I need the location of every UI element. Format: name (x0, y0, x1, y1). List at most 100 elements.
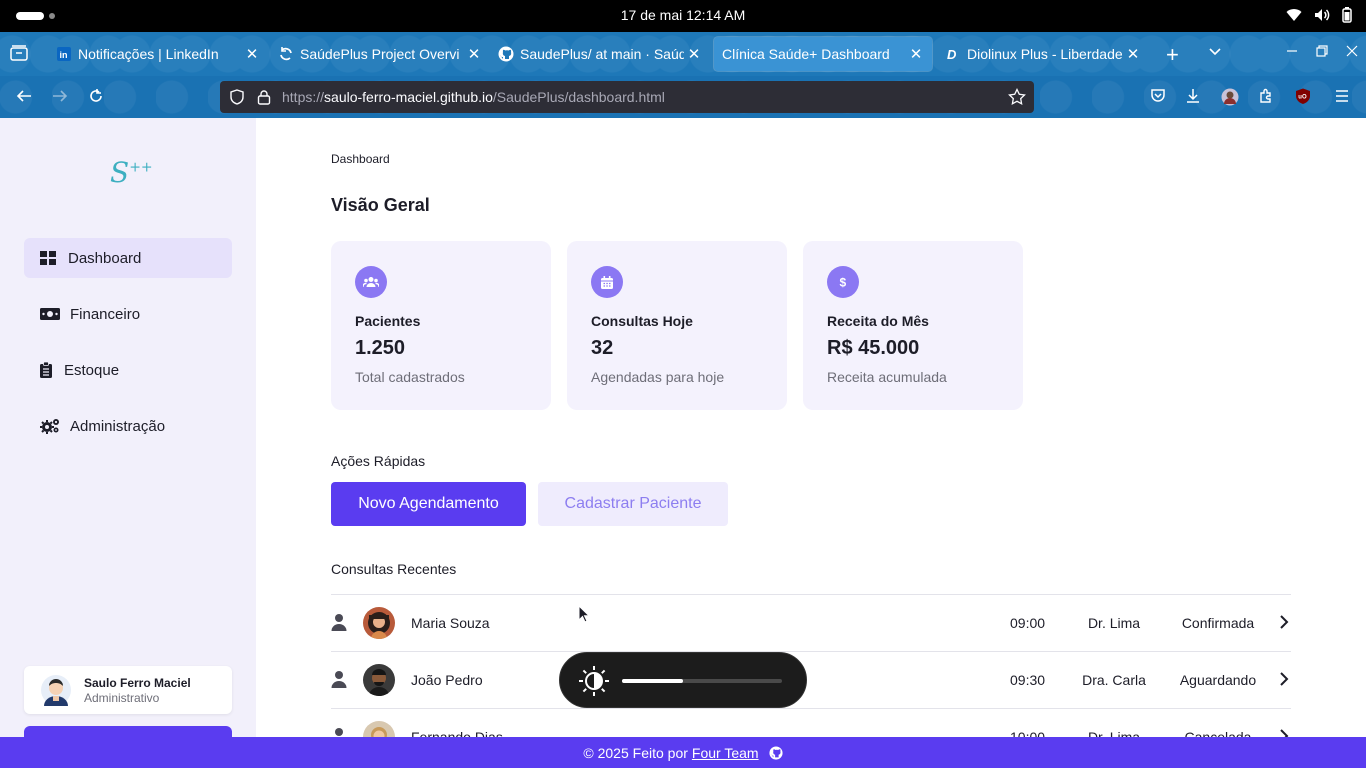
brightness-slider[interactable] (622, 679, 782, 683)
bookmark-star-icon[interactable] (1008, 88, 1026, 106)
sidebar-item-label: Financeiro (70, 305, 141, 323)
system-clock[interactable]: 17 de mai 12:14 AM (0, 7, 1366, 23)
hamburger-menu-icon[interactable] (1334, 88, 1350, 104)
chevron-right-icon[interactable] (1279, 615, 1289, 629)
close-window-icon[interactable] (1346, 45, 1358, 57)
appointment-doctor: Dra. Carla (1082, 672, 1146, 688)
gears-icon (40, 418, 60, 434)
browser-tab-project-overview[interactable]: SaúdePlus Project Overvi ✕ (268, 37, 490, 71)
stat-label: Consultas Hoje (591, 313, 693, 329)
tab-title: Notificações | LinkedIn (78, 46, 219, 62)
sidebar: S++ Dashboard Financeiro Estoque Adminis… (0, 118, 256, 740)
stat-label: Receita do Mês (827, 313, 929, 329)
stat-label: Pacientes (355, 313, 421, 329)
mouse-cursor-icon (578, 605, 590, 623)
browser-tab-github[interactable]: SaudePlus/ at main · Saúd ✕ (488, 37, 710, 71)
clipboard-icon (40, 362, 52, 378)
minimize-icon[interactable] (1286, 45, 1298, 57)
browser-tab-diolinux[interactable]: D Diolinux Plus - Liberdade ✕ (935, 37, 1149, 71)
stat-caption: Receita acumulada (827, 369, 947, 385)
window-controls (1286, 45, 1358, 57)
person-icon (331, 671, 347, 688)
account-avatar-icon[interactable] (1221, 88, 1239, 106)
pocket-icon[interactable] (1150, 88, 1166, 104)
browser-tab-strip: in Notificações | LinkedIn ✕ SaúdePlus P… (0, 32, 1366, 76)
ublock-icon[interactable]: uO (1295, 88, 1311, 104)
sidebar-item-label: Administração (70, 417, 166, 435)
appointment-status: Aguardando (1179, 672, 1257, 688)
lock-icon[interactable] (257, 89, 271, 105)
stat-value: 32 (591, 337, 614, 359)
patient-photo (363, 664, 395, 696)
stat-card-pacientes: Pacientes 1.250 Total cadastrados (331, 241, 551, 410)
firefox-view-icon[interactable] (10, 45, 28, 61)
chevron-right-icon[interactable] (1279, 672, 1289, 686)
close-tab-icon[interactable]: ✕ (464, 45, 484, 63)
forward-arrow-icon[interactable] (52, 88, 68, 104)
system-tray[interactable] (1286, 7, 1352, 23)
battery-icon (1342, 7, 1352, 23)
tab-title: Clínica Saúde+ Dashboard (722, 46, 890, 62)
sidebar-item-estoque[interactable]: Estoque (24, 350, 232, 390)
stat-card-receita: $ Receita do Mês R$ 45.000 Receita acumu… (803, 241, 1023, 410)
quick-actions-title: Ações Rápidas (331, 453, 426, 469)
footer: © 2025 Feito por Four Team (0, 737, 1366, 768)
svg-text:D: D (947, 47, 957, 61)
patient-photo (363, 607, 395, 639)
url-bar[interactable]: https://saulo-ferro-maciel.github.io/Sau… (220, 81, 1034, 113)
close-tab-icon[interactable]: ✕ (1123, 45, 1143, 63)
app-logo[interactable]: S++ (110, 156, 153, 189)
register-patient-button[interactable]: Cadastrar Paciente (538, 482, 728, 526)
linkedin-icon: in (56, 46, 72, 62)
patient-name: João Pedro (411, 672, 483, 688)
sidebar-item-administracao[interactable]: Administração (24, 406, 232, 446)
sync-icon (278, 46, 294, 62)
extensions-icon[interactable] (1258, 88, 1274, 104)
downloads-icon[interactable] (1185, 88, 1201, 104)
stat-value: 1.250 (355, 337, 406, 359)
restore-icon[interactable] (1316, 45, 1328, 57)
money-icon (40, 306, 60, 322)
browser-tab-linkedin[interactable]: in Notificações | LinkedIn ✕ (46, 37, 268, 71)
tab-title: SaúdePlus Project Overvi (300, 46, 460, 62)
breadcrumb: Dashboard (331, 152, 390, 166)
new-appointment-button[interactable]: Novo Agendamento (331, 482, 526, 526)
calendar-icon (591, 266, 623, 298)
table-row[interactable]: João Pedro 09:30 Dra. Carla Aguardando (331, 652, 1291, 708)
appointment-status: Confirmada (1181, 615, 1255, 631)
svg-text:in: in (60, 50, 68, 60)
recent-appointments-title: Consultas Recentes (331, 561, 457, 577)
team-link[interactable]: Four Team (692, 745, 759, 761)
avatar (41, 675, 71, 706)
github-icon[interactable] (769, 745, 783, 760)
person-icon (331, 614, 347, 631)
footer-text: © 2025 Feito por (583, 744, 688, 761)
stat-card-consultas-hoje: Consultas Hoje 32 Agendadas para hoje (567, 241, 787, 410)
stat-caption: Agendadas para hoje (591, 369, 725, 385)
grid-icon (40, 250, 56, 266)
close-tab-icon[interactable]: ✕ (906, 45, 926, 63)
sidebar-item-dashboard[interactable]: Dashboard (24, 238, 232, 278)
volume-icon (1315, 9, 1330, 21)
brightness-level (622, 679, 683, 683)
dollar-icon: $ (827, 266, 859, 298)
browser-tab-dashboard[interactable]: Clínica Saúde+ Dashboard ✕ (714, 37, 932, 71)
sidebar-item-financeiro[interactable]: Financeiro (24, 294, 232, 334)
table-row[interactable]: Maria Souza 09:00 Dr. Lima Confirmada (331, 595, 1291, 651)
tab-list-chevron-icon[interactable] (1208, 45, 1222, 59)
user-role: Administrativo (84, 691, 160, 705)
reload-icon[interactable] (88, 88, 104, 104)
close-tab-icon[interactable]: ✕ (242, 45, 262, 63)
back-arrow-icon[interactable] (16, 88, 32, 104)
tracking-shield-icon[interactable] (229, 89, 245, 105)
user-profile-card[interactable]: Saulo Ferro Maciel Administrativo (24, 666, 232, 714)
system-top-bar: 17 de mai 12:14 AM (0, 0, 1366, 32)
github-icon (498, 46, 514, 62)
user-name: Saulo Ferro Maciel (84, 676, 191, 690)
close-tab-icon[interactable]: ✕ (684, 45, 704, 63)
url-text[interactable]: https://saulo-ferro-maciel.github.io/Sau… (282, 89, 665, 105)
sidebar-item-label: Dashboard (68, 249, 142, 267)
appointment-time: 09:00 (1010, 615, 1046, 631)
new-tab-button[interactable]: + (1166, 42, 1179, 68)
patient-name: Maria Souza (411, 615, 490, 631)
